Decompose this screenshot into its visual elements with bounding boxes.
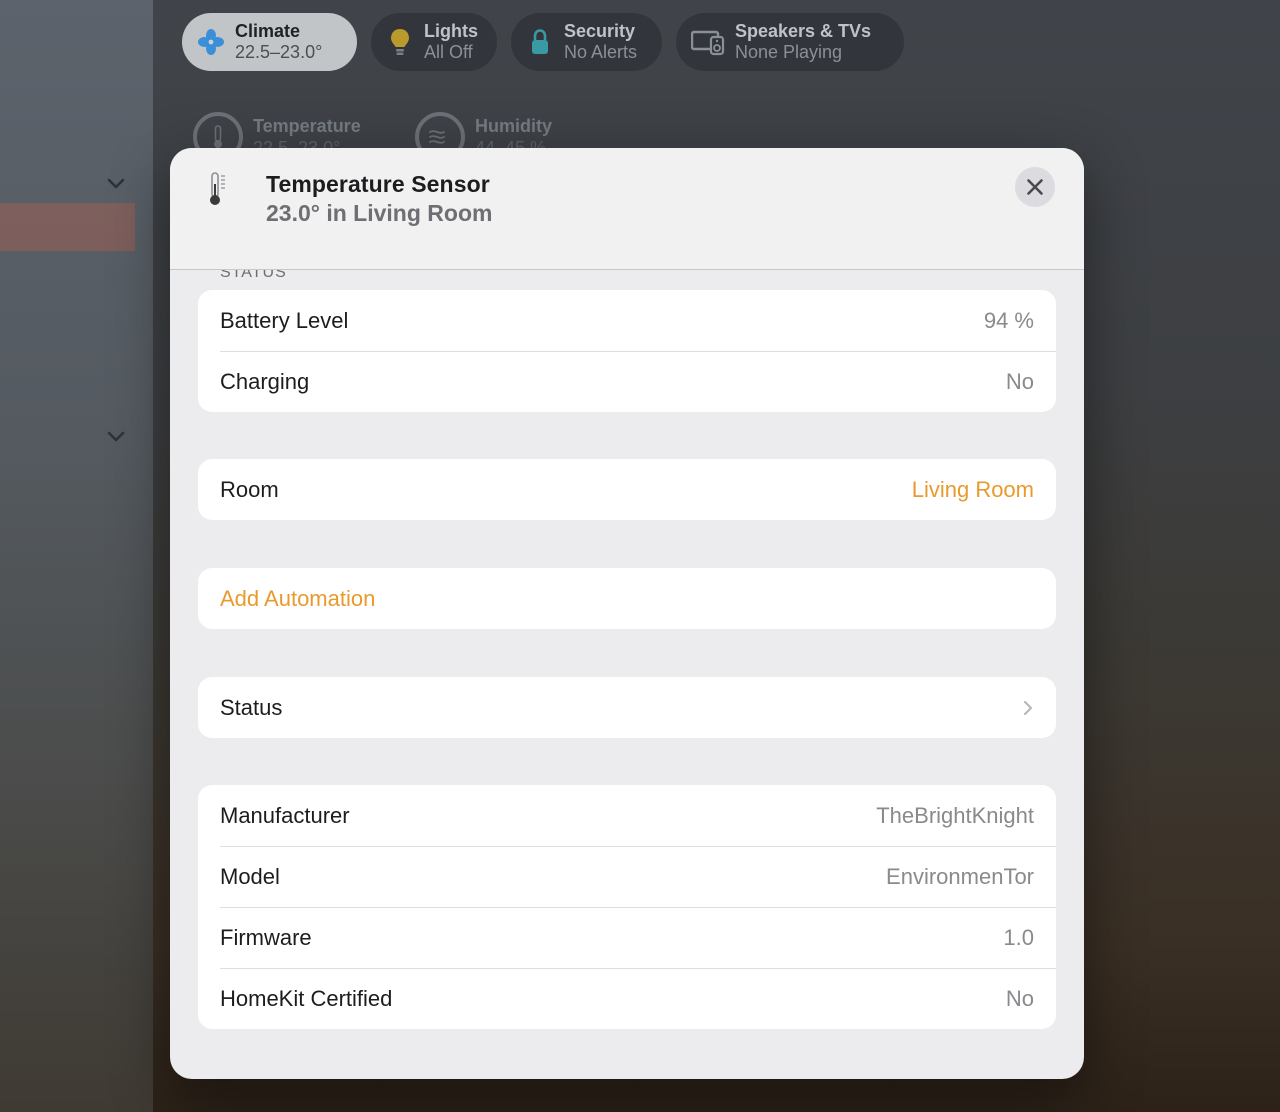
category-pill-security[interactable]: Security No Alerts: [511, 13, 662, 71]
row-label: Firmware: [220, 924, 312, 950]
fan-icon: [196, 27, 226, 57]
row-label: Status: [220, 694, 283, 720]
gauge-label: Temperature: [253, 116, 361, 136]
lightbulb-icon: [385, 27, 415, 57]
close-button[interactable]: [1015, 167, 1055, 207]
row-value: 1.0: [1003, 924, 1034, 950]
model-row: Model EnvironmenTor: [198, 846, 1056, 907]
room-picker-value[interactable]: Living Room: [912, 477, 1034, 503]
charging-row: Charging No: [198, 351, 1056, 412]
gauge-label: Humidity: [475, 116, 553, 136]
sheet-title: Temperature Sensor: [266, 171, 490, 197]
row-label: HomeKit Certified: [220, 985, 393, 1011]
lock-icon: [525, 27, 555, 57]
category-subtitle: All Off: [424, 42, 473, 62]
close-icon: [1027, 179, 1043, 195]
row-label: Charging: [220, 368, 310, 394]
category-subtitle: No Alerts: [564, 42, 638, 62]
manufacturer-row: Manufacturer TheBrightKnight: [198, 785, 1056, 846]
thermometer-icon: [204, 170, 230, 208]
row-value: EnvironmenTor: [886, 863, 1034, 889]
row-value: 94 %: [983, 307, 1034, 333]
category-title: Climate: [235, 21, 301, 41]
row-value: No: [1005, 368, 1034, 394]
add-automation-button[interactable]: Add Automation: [198, 568, 1056, 629]
status-group: Battery Level 94 % Charging No: [198, 290, 1056, 412]
row-value: No: [1005, 985, 1034, 1011]
category-subtitle: 22.5–23.0°: [235, 42, 323, 62]
homekit-certified-row: HomeKit Certified No: [198, 968, 1056, 1029]
firmware-row: Firmware 1.0: [198, 907, 1056, 968]
sheet-header: Temperature Sensor 23.0° in Living Room: [170, 148, 1084, 270]
sidebar: [0, 0, 153, 1112]
row-label: Room: [220, 476, 279, 502]
automation-group: Add Automation: [198, 568, 1056, 629]
room-group: Room Living Room: [198, 459, 1056, 520]
category-subtitle: None Playing: [735, 42, 843, 62]
accessory-detail-sheet: STATUS Battery Level 94 % Charging No Ro…: [170, 148, 1084, 1079]
chevron-down-icon[interactable]: [106, 430, 126, 444]
chevron-down-icon[interactable]: [106, 177, 126, 191]
category-pill-climate[interactable]: Climate 22.5–23.0°: [182, 13, 357, 71]
sidebar-selected-item[interactable]: [0, 203, 135, 251]
room-row[interactable]: Room Living Room: [198, 459, 1056, 520]
category-pill-speakers-tvs[interactable]: Speakers & TVs None Playing: [676, 13, 904, 71]
row-label: Manufacturer: [220, 802, 350, 828]
add-automation-label: Add Automation: [220, 585, 376, 611]
device-info-group: Manufacturer TheBrightKnight Model Envir…: [198, 785, 1056, 1029]
row-label: Battery Level: [220, 307, 349, 333]
category-pill-lights[interactable]: Lights All Off: [371, 13, 497, 71]
category-title: Lights: [424, 21, 478, 41]
status-link-group: Status: [198, 677, 1056, 738]
battery-level-row: Battery Level 94 %: [198, 290, 1056, 351]
sheet-subtitle: 23.0° in Living Room: [266, 200, 493, 226]
chevron-right-icon: [1022, 699, 1034, 717]
tv-speaker-icon: [690, 27, 726, 57]
row-label: Model: [220, 863, 280, 889]
row-value: TheBrightKnight: [876, 802, 1034, 828]
category-title: Security: [564, 21, 636, 41]
category-title: Speakers & TVs: [735, 21, 872, 41]
status-link-row[interactable]: Status: [198, 677, 1056, 738]
